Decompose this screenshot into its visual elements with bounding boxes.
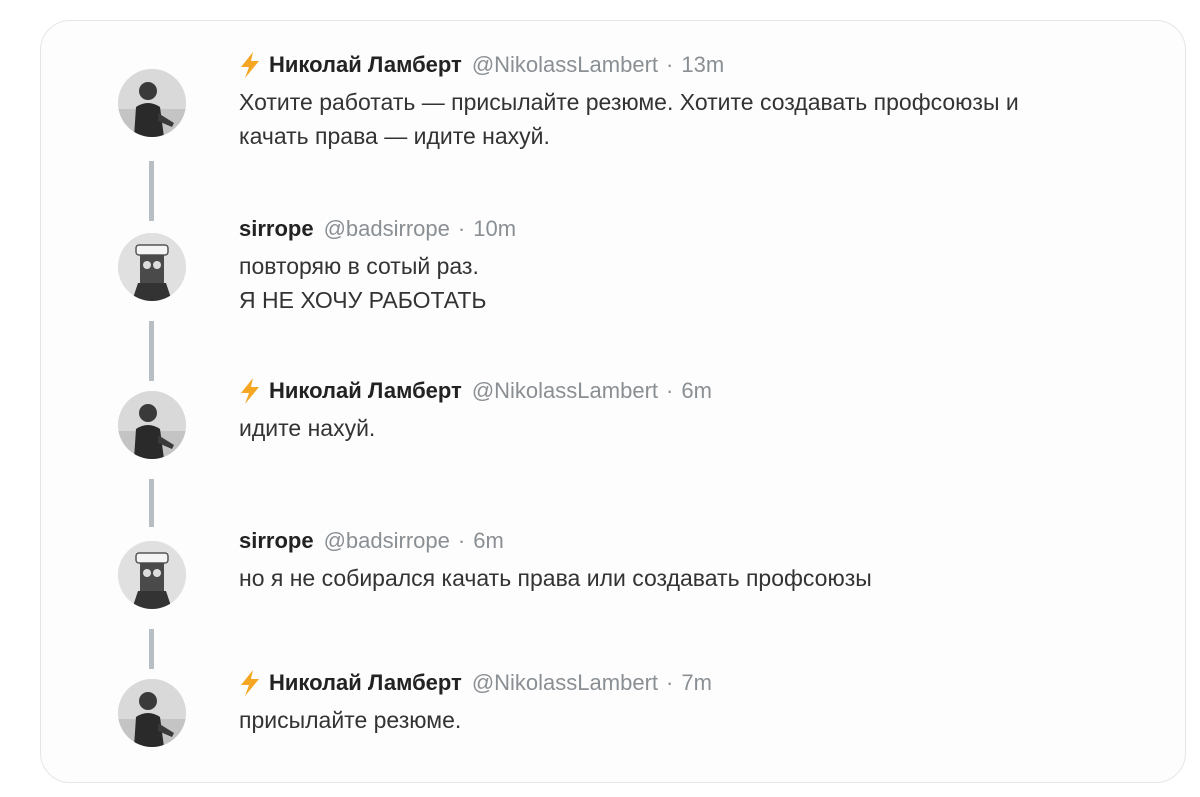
timestamp[interactable]: 10m (473, 216, 516, 242)
timestamp[interactable]: 6m (681, 378, 712, 404)
author-handle[interactable]: @NikolassLambert (472, 670, 658, 696)
tweet-text: Хотите работать — присылайте резюме. Хот… (239, 89, 1019, 149)
tweet-text: повторяю в сотый раз. Я НЕ ХОЧУ РАБОТАТЬ (239, 253, 487, 313)
author-name[interactable]: Николай Ламберт (269, 378, 462, 404)
author-name[interactable]: sirrope (239, 528, 314, 554)
author-name[interactable]: sirrope (239, 216, 314, 242)
author-handle[interactable]: @NikolassLambert (472, 378, 658, 404)
author-name[interactable]: Николай Ламберт (269, 670, 462, 696)
author-handle[interactable]: @badsirrope (324, 216, 450, 242)
avatar[interactable] (118, 391, 186, 459)
tweet-text: идите нахуй. (239, 415, 376, 441)
avatar[interactable] (118, 69, 186, 137)
lightning-icon (241, 670, 259, 696)
tweet-text: но я не собирался качать права или созда… (239, 565, 872, 591)
avatar[interactable] (118, 233, 186, 301)
lightning-icon (241, 52, 259, 78)
separator-dot: · (666, 670, 674, 695)
tweet-text: присылайте резюме. (239, 707, 462, 733)
timestamp[interactable]: 7m (681, 670, 712, 696)
thread-line (149, 161, 154, 221)
separator-dot: · (666, 52, 674, 77)
tweet-thread-card: Николай Ламберт @NikolassLambert · 13m Х… (40, 20, 1186, 783)
avatar[interactable] (118, 679, 186, 747)
avatar[interactable] (118, 541, 186, 609)
timestamp[interactable]: 13m (681, 52, 724, 78)
separator-dot: · (666, 378, 674, 403)
author-handle[interactable]: @badsirrope (324, 528, 450, 554)
author-name[interactable]: Николай Ламберт (269, 52, 462, 78)
thread-line (149, 629, 154, 669)
separator-dot: · (457, 528, 466, 553)
lightning-icon (241, 378, 259, 404)
thread-line (149, 321, 154, 381)
author-handle[interactable]: @NikolassLambert (472, 52, 658, 78)
timestamp[interactable]: 6m (473, 528, 504, 554)
separator-dot: · (457, 216, 466, 241)
thread-line (149, 479, 154, 527)
